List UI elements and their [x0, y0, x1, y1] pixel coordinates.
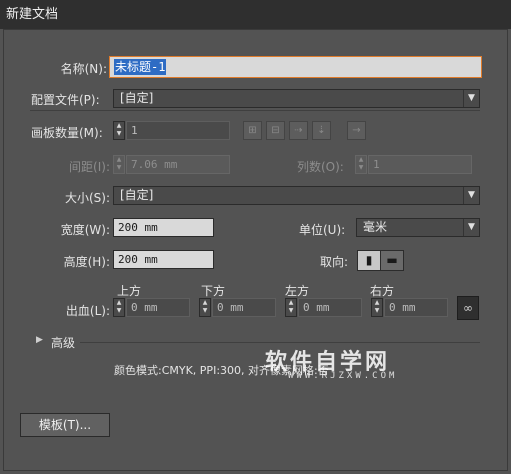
disclosure-triangle-icon[interactable]: ▶ — [36, 335, 43, 345]
advanced-label[interactable]: 高级 — [51, 334, 75, 351]
units-select[interactable]: 毫米 ▼ — [356, 218, 480, 237]
bleed-right-input[interactable]: 0 mm — [384, 298, 448, 317]
portrait-icon[interactable]: ▮ — [357, 250, 381, 271]
chevron-down-icon: ▼ — [463, 90, 479, 107]
columns-input: 1 — [368, 155, 472, 174]
landscape-icon[interactable]: ▬ — [380, 250, 404, 271]
watermark-url: WWW.RJZXW.COM — [288, 371, 398, 381]
units-label: 单位(U): — [299, 223, 346, 237]
bleed-top-input[interactable]: 0 mm — [126, 298, 190, 317]
spacing-label: 间距(I): — [69, 160, 110, 174]
bleed-label: 出血(L): — [65, 304, 110, 318]
columns-stepper: ▲ ▼ — [355, 155, 367, 174]
bleed-top-label: 上方 — [117, 284, 142, 298]
right-to-left-icon[interactable]: → — [347, 121, 366, 140]
name-label: 名称(N): — [60, 62, 107, 76]
spacing-input: 7.06 mm — [126, 155, 230, 174]
bleed-top-stepper[interactable]: ▲ ▼ — [113, 298, 125, 317]
bleed-bottom-stepper[interactable]: ▲ ▼ — [199, 298, 211, 317]
arrange-by-row-icon[interactable]: ⇢ — [289, 121, 308, 140]
name-value: 未标题-1 — [114, 59, 167, 75]
new-document-dialog: 新建文档 名称(N): 未标题-1 配置文件(P): [自定] ▼ 画板数量(M… — [0, 0, 511, 474]
columns-label: 列数(O): — [297, 160, 344, 174]
size-label: 大小(S): — [64, 191, 110, 205]
size-value: [自定] — [120, 188, 154, 202]
bleed-bottom-input[interactable]: 0 mm — [212, 298, 276, 317]
orientation-label: 取向: — [320, 255, 349, 269]
bleed-left-stepper[interactable]: ▲ ▼ — [285, 298, 297, 317]
spacing-stepper: ▲ ▼ — [113, 155, 125, 174]
height-input[interactable]: 200 mm — [113, 250, 214, 269]
arrange-by-column-icon[interactable]: ⇣ — [312, 121, 331, 140]
width-input[interactable]: 200 mm — [113, 218, 214, 237]
size-select[interactable]: [自定] ▼ — [113, 186, 480, 205]
name-field[interactable]: 未标题-1 — [109, 56, 482, 78]
profile-select[interactable]: [自定] ▼ — [113, 89, 480, 108]
profile-value: [自定] — [120, 91, 154, 105]
chevron-down-icon: ▼ — [463, 219, 479, 236]
bleed-left-input[interactable]: 0 mm — [298, 298, 362, 317]
width-label: 宽度(W): — [60, 223, 110, 237]
artboards-input[interactable]: 1 — [126, 121, 230, 140]
templates-button[interactable]: 模板(T)... — [20, 413, 110, 437]
height-label: 高度(H): — [63, 255, 110, 269]
bleed-right-label: 右方 — [370, 284, 395, 298]
bleed-bottom-label: 下方 — [201, 284, 226, 298]
chevron-down-icon: ▼ — [463, 187, 479, 204]
grid-by-column-icon[interactable]: ⊟ — [266, 121, 285, 140]
profile-label: 配置文件(P): — [31, 93, 100, 107]
dialog-title: 新建文档 — [0, 0, 511, 29]
bleed-left-label: 左方 — [285, 284, 310, 298]
artboards-stepper[interactable]: ▲ ▼ — [113, 121, 125, 140]
section-divider — [30, 110, 480, 111]
advanced-divider — [80, 342, 480, 343]
bleed-right-stepper[interactable]: ▲ ▼ — [371, 298, 383, 317]
artboards-label: 画板数量(M): — [31, 126, 103, 140]
units-value: 毫米 — [363, 220, 388, 234]
grid-by-row-icon[interactable]: ⊞ — [243, 121, 262, 140]
link-icon[interactable]: ∞ — [457, 296, 479, 320]
